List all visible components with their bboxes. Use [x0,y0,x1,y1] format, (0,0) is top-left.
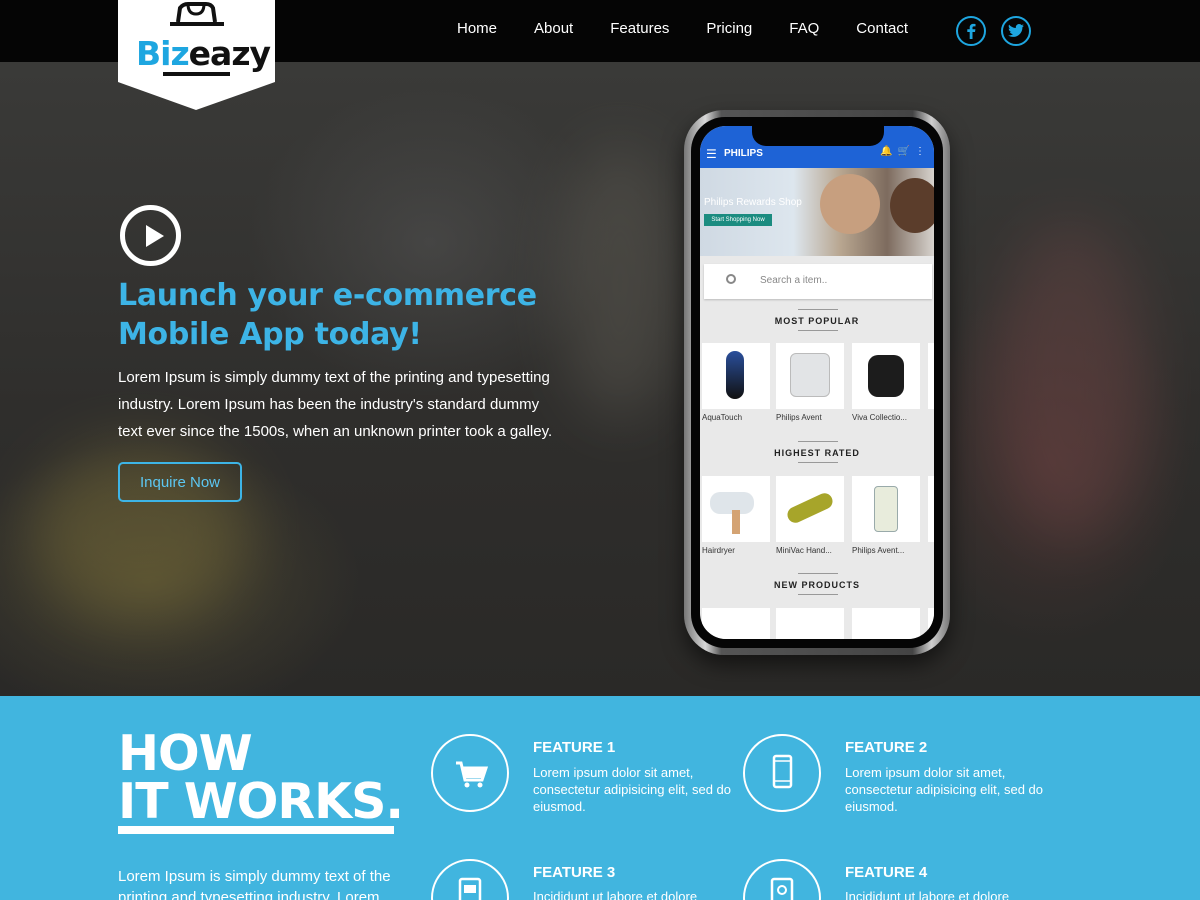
how-it-works-description: Lorem Ipsum is simply dummy text of the … [118,868,391,900]
nav-faq[interactable]: FAQ [789,20,819,37]
feature-1-title: FEATURE 1 [533,739,616,756]
product-name: Philips Avent... [852,546,905,555]
promo-banner: Philips Rewards Shop Start Shopping Now [700,168,934,256]
facebook-icon[interactable] [956,16,986,46]
mobile-cart-icon [431,859,509,900]
hero-title: Launch your e-commerce Mobile App today! [118,278,537,352]
feature-2-title: FEATURE 2 [845,739,928,756]
inquire-now-button[interactable]: Inquire Now [118,462,242,502]
banner-button: Start Shopping Now [704,214,772,226]
feature-3-title: FEATURE 3 [533,864,616,881]
hero-section: Launch your e-commerce Mobile App today! … [0,62,1200,696]
feature-1-text: Lorem ipsum dolor sit amet, consectetur … [533,765,732,814]
app-search-box: Search a item.. [704,264,932,299]
hero-bg-blur [990,222,1150,542]
phone-mockup: ☰ PHILIPS 🔔🛒⋮ Philips Rewards Shop Start… [684,110,950,655]
nav-about[interactable]: About [534,20,573,37]
product-card [852,608,920,639]
section-divider [798,441,838,442]
product-row: Hairdryer MiniVac Hand... Philips Avent.… [700,476,934,556]
how-it-works-title: HOW IT WORKS. [118,725,404,830]
feature-3-text: Incididunt ut labore et dolore [533,889,698,900]
product-card [928,343,934,409]
product-card [702,343,770,409]
app-header-icons: 🔔🛒⋮ [880,146,930,157]
product-row [700,608,934,639]
phone-screen: ☰ PHILIPS 🔔🛒⋮ Philips Rewards Shop Start… [700,126,934,639]
how-it-works-section: HOW IT WORKS. Lorem Ipsum is simply dummy… [0,696,1200,900]
twitter-icon[interactable] [1001,16,1031,46]
product-card [776,608,844,639]
product-card [702,608,770,639]
section-title-highest-rated: HIGHEST RATED [774,448,860,458]
nav-home[interactable]: Home [457,20,497,37]
title-underline [118,826,394,834]
search-icon [726,274,736,284]
banner-title: Philips Rewards Shop [704,197,802,208]
banner-person [820,174,880,234]
product-card [776,343,844,409]
product-name: Viva Collectio... [852,413,907,422]
product-name: MiniVac Hand... [776,546,832,555]
product-card [702,476,770,542]
feature-2-text: Lorem ipsum dolor sit amet, consectetur … [845,765,1044,814]
phone-notch [752,126,884,146]
nav-contact[interactable]: Contact [856,20,908,37]
logo[interactable]: Bizeazy [118,0,275,110]
product-name: Hairdryer [702,546,735,555]
feature-4-text: Incididunt ut labore et dolore [845,889,1010,900]
section-divider [798,573,838,574]
hero-description: Lorem Ipsum is simply dummy text of the … [118,369,553,440]
app-title: PHILIPS [724,148,763,159]
logo-text: Bizeazy [136,34,271,73]
hero-bg-blur [560,142,680,422]
mobile-icon [743,734,821,812]
app-search-placeholder: Search a item.. [760,275,828,286]
section-title-new-products: NEW PRODUCTS [774,580,860,590]
main-nav: Home About Features Pricing FAQ Contact [457,20,945,37]
nav-pricing[interactable]: Pricing [706,20,752,37]
mobile-search-icon [743,859,821,900]
section-divider [798,462,838,463]
section-divider [798,330,838,331]
banner-person [890,178,934,233]
product-row: AquaTouch Philips Avent Viva Collectio..… [700,343,934,423]
feature-4-title: FEATURE 4 [845,864,928,881]
cart-icon [431,734,509,812]
section-divider [798,309,838,310]
product-card [928,608,934,639]
product-name: Philips Avent [776,413,822,422]
play-video-button[interactable] [120,205,181,266]
product-card [852,476,920,542]
section-divider [798,594,838,595]
nav-features[interactable]: Features [610,20,669,37]
hamburger-menu-icon: ☰ [706,147,717,161]
product-name: AquaTouch [702,413,743,422]
product-card [776,476,844,542]
product-card [928,476,934,542]
product-card [852,343,920,409]
section-title-most-popular: MOST POPULAR [774,316,860,326]
